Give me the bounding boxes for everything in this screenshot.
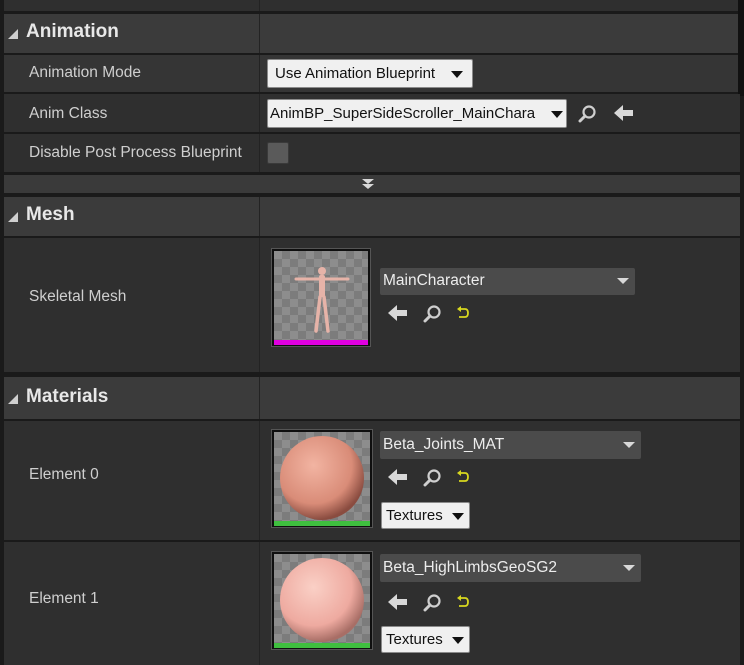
combo-value: MainCharacter (383, 272, 485, 289)
category-title: Materials (26, 386, 109, 407)
reset-to-default-icon[interactable] (456, 306, 470, 320)
property-row-animation-mode: Animation Mode Use Animation Blueprint (4, 55, 738, 92)
column-divider (259, 134, 260, 172)
collapse-triangle-icon[interactable] (8, 212, 18, 222)
combo-value: Beta_Joints_MAT (383, 436, 505, 453)
column-divider (259, 0, 260, 11)
material-sphere-icon (280, 436, 364, 520)
material-sphere-icon (280, 558, 364, 642)
material-element-row: Element 1 Beta_HighLimbsGeoSG2 Textures (4, 542, 740, 665)
textures-dropdown[interactable]: Textures (381, 502, 470, 529)
search-icon[interactable] (578, 104, 598, 124)
advanced-expander[interactable] (4, 175, 740, 193)
anim-class-combo[interactable]: AnimBP_SuperSideScroller_MainChara (267, 99, 567, 128)
collapse-triangle-icon[interactable] (8, 394, 18, 404)
use-selected-arrow-icon[interactable] (613, 104, 635, 122)
animation-mode-dropdown[interactable]: Use Animation Blueprint (267, 59, 473, 88)
search-icon[interactable] (423, 593, 443, 613)
thumbnail-preview (274, 554, 370, 643)
column-divider (259, 421, 260, 540)
column-divider (259, 197, 260, 236)
use-selected-arrow-icon[interactable] (387, 468, 409, 486)
thumbnail-preview (274, 432, 370, 521)
dropdown-arrow-icon (623, 565, 635, 571)
dropdown-value: Textures (386, 631, 443, 648)
dropdown-value: Textures (386, 507, 443, 524)
column-divider (259, 14, 260, 53)
property-row-disable-post-process: Disable Post Process Blueprint (4, 134, 740, 172)
property-label: Element 0 (29, 466, 99, 483)
column-divider (259, 377, 260, 419)
asset-type-color-bar (274, 340, 368, 345)
category-header-mesh[interactable]: Mesh (4, 197, 740, 236)
dropdown-arrow-icon (623, 442, 635, 448)
material-thumbnail[interactable] (271, 551, 373, 650)
material-element-row: Element 0 Beta_Joints_MAT Textures (4, 421, 740, 540)
material-combo[interactable]: Beta_Joints_MAT (380, 431, 641, 459)
column-divider (259, 238, 260, 372)
property-label: Skeletal Mesh (29, 288, 127, 305)
search-icon[interactable] (423, 468, 443, 488)
reset-to-default-icon[interactable] (456, 595, 470, 609)
category-title: Animation (26, 21, 119, 42)
combo-value: Beta_HighLimbsGeoSG2 (383, 559, 558, 576)
expand-advanced-icon[interactable] (361, 178, 375, 190)
previous-row-remnant (4, 0, 740, 11)
textures-dropdown[interactable]: Textures (381, 626, 470, 653)
combo-value: AnimBP_SuperSideScroller_MainChara (270, 105, 536, 122)
skeletal-mesh-thumbnail[interactable] (271, 248, 371, 347)
dropdown-arrow-icon (451, 71, 463, 78)
property-row-skeletal-mesh: Skeletal Mesh MainCharacter (4, 238, 740, 372)
dropdown-value: Use Animation Blueprint (275, 65, 436, 82)
dropdown-arrow-icon (551, 111, 563, 118)
collapse-triangle-icon[interactable] (8, 29, 18, 39)
material-thumbnail[interactable] (271, 429, 373, 528)
vertical-scrollbar[interactable] (738, 0, 744, 96)
column-divider (259, 542, 260, 665)
property-row-anim-class: Anim Class AnimBP_SuperSideScroller_Main… (4, 94, 740, 132)
character-mesh-icon (294, 267, 350, 333)
use-selected-arrow-icon[interactable] (387, 304, 409, 322)
dropdown-arrow-icon (617, 278, 629, 284)
dropdown-arrow-icon (452, 513, 464, 520)
category-title: Mesh (26, 204, 75, 225)
asset-type-color-bar (274, 521, 370, 526)
material-combo[interactable]: Beta_HighLimbsGeoSG2 (380, 554, 641, 582)
property-label: Element 1 (29, 590, 99, 607)
use-selected-arrow-icon[interactable] (387, 593, 409, 611)
property-label: Disable Post Process Blueprint (29, 144, 242, 161)
property-label: Anim Class (29, 105, 108, 122)
column-divider (259, 55, 260, 92)
category-header-animation[interactable]: Animation (4, 14, 738, 53)
property-label: Animation Mode (29, 64, 142, 81)
asset-type-color-bar (274, 643, 370, 648)
skeletal-mesh-combo[interactable]: MainCharacter (380, 268, 635, 295)
category-header-materials[interactable]: Materials (4, 377, 740, 419)
search-icon[interactable] (423, 304, 443, 324)
column-divider (259, 94, 260, 132)
dropdown-arrow-icon (452, 637, 464, 644)
disable-post-process-checkbox[interactable] (267, 142, 289, 164)
reset-to-default-icon[interactable] (456, 470, 470, 484)
thumbnail-preview (274, 251, 368, 340)
